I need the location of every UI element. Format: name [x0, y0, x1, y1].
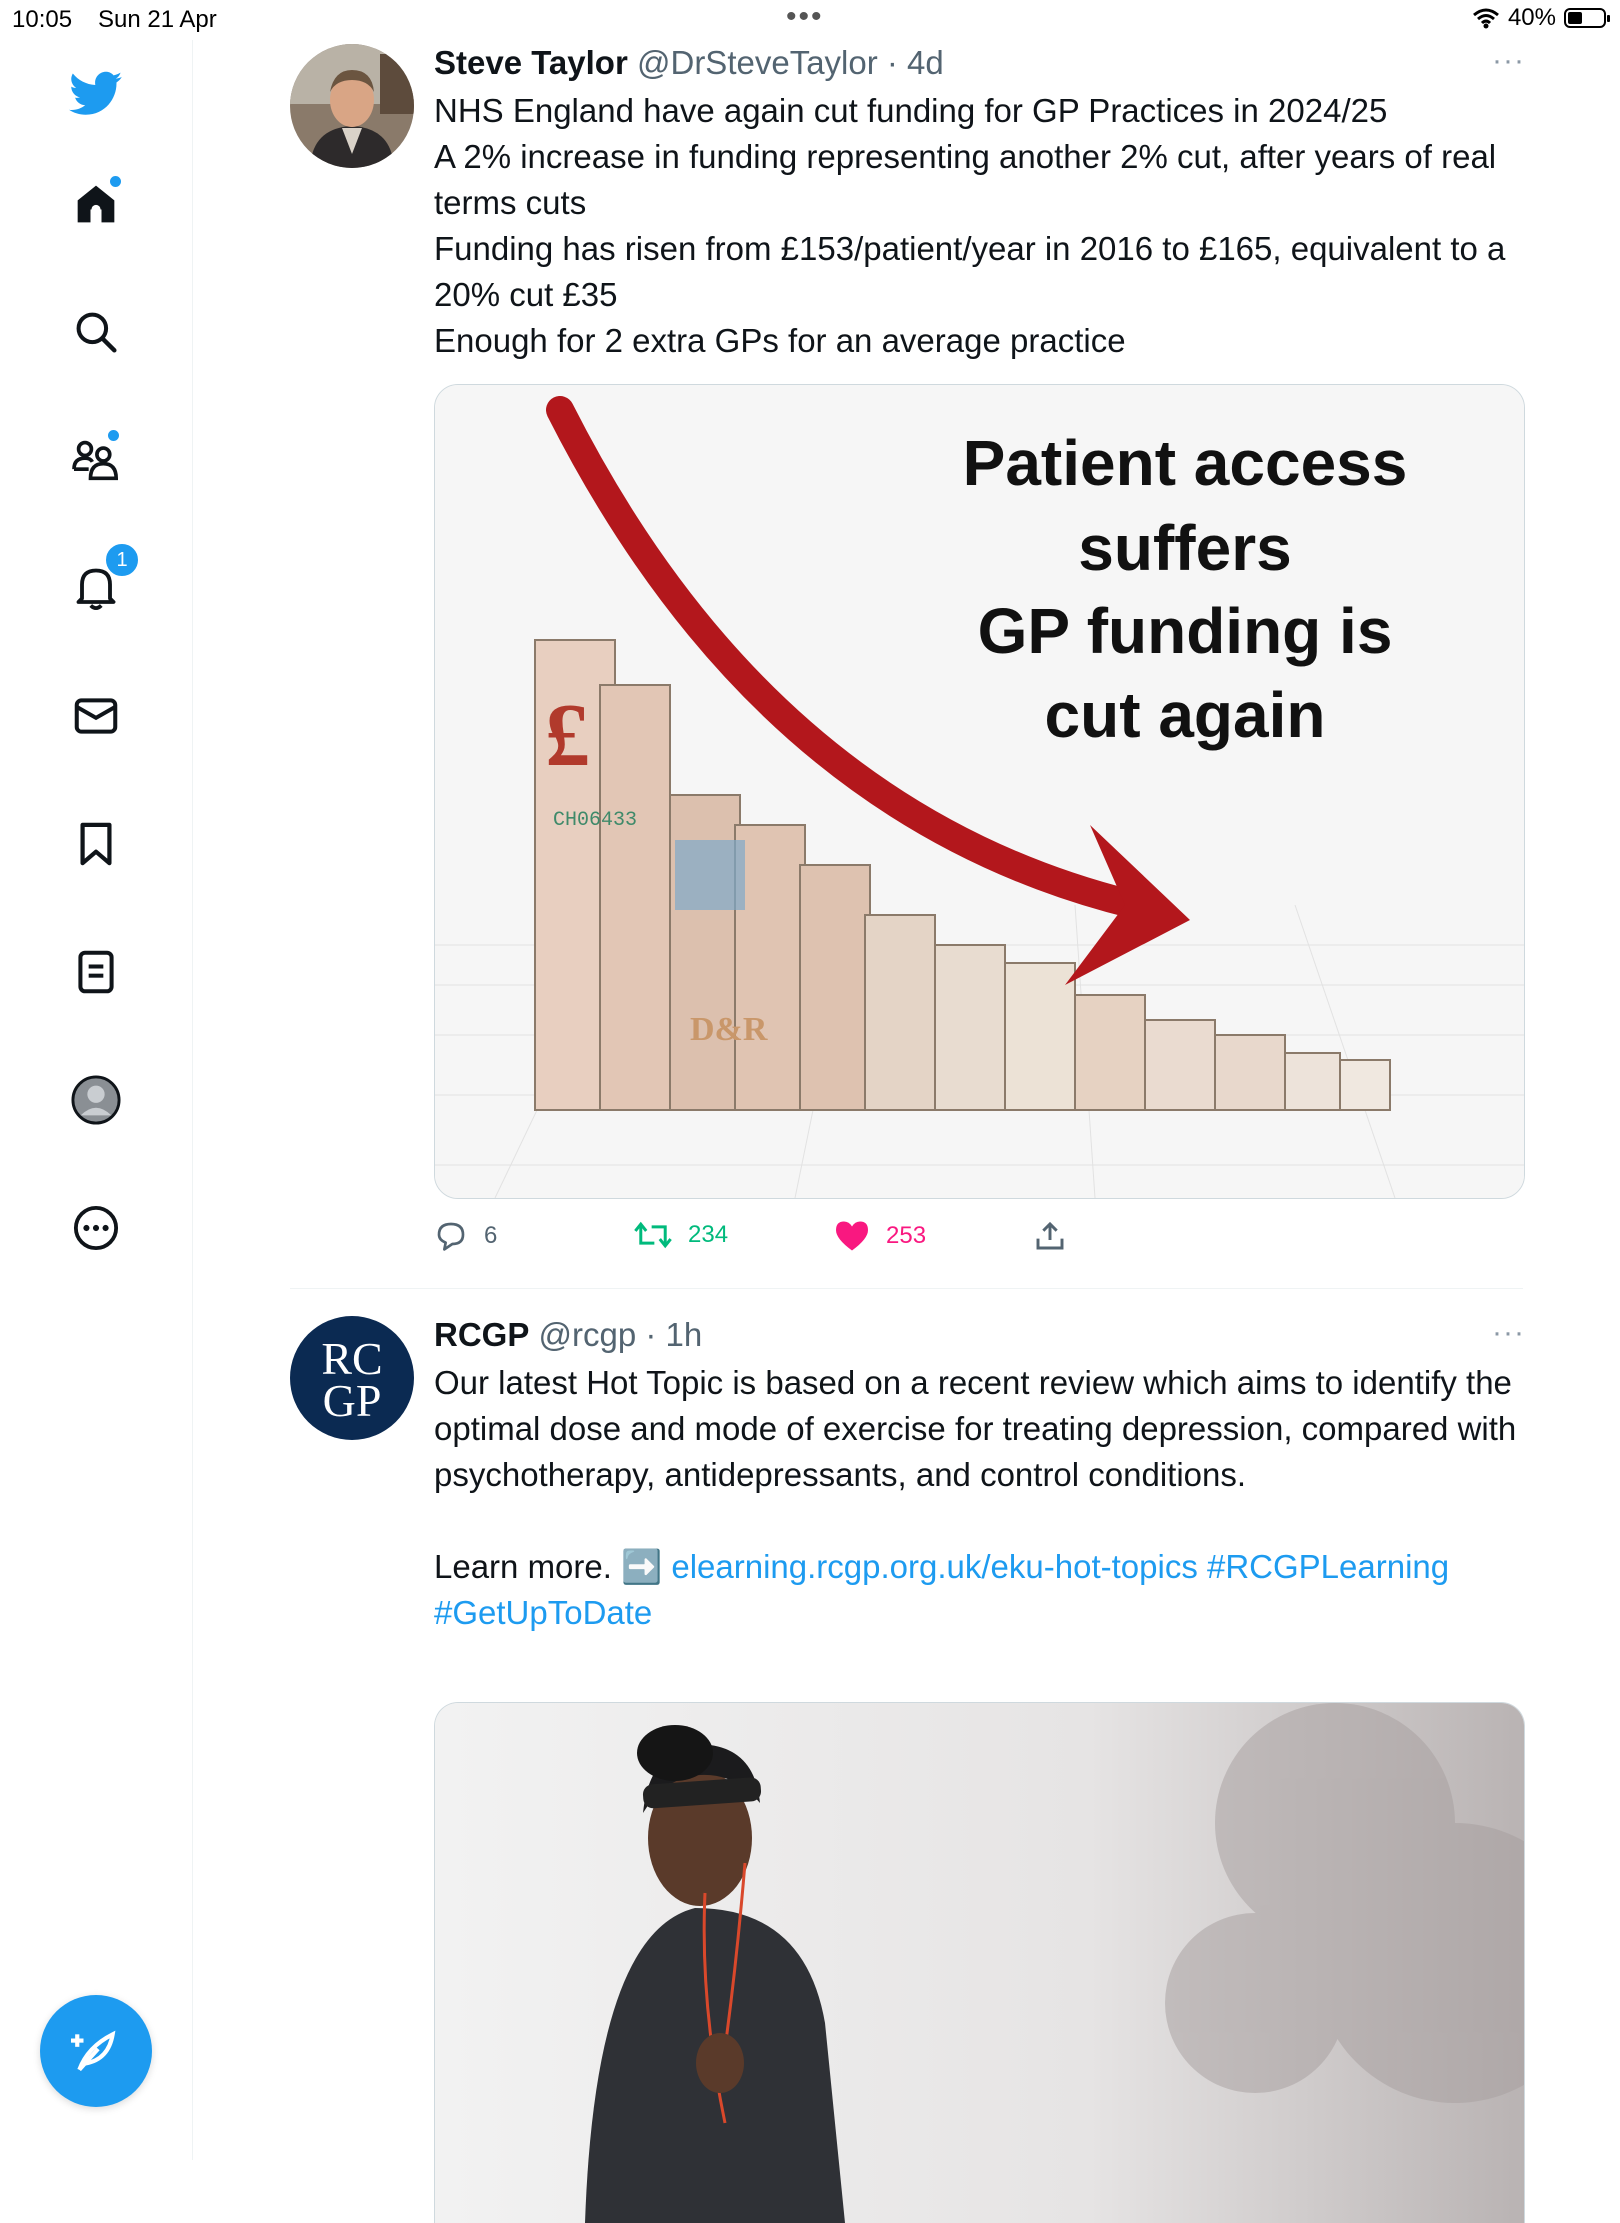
hashtag-getuptodate[interactable]: #GetUpToDate	[434, 1594, 652, 1631]
avatar-photo	[290, 44, 414, 168]
tweet-header: Steve Taylor @DrSteveTaylor · 4d	[434, 44, 944, 82]
like-count: 253	[886, 1222, 927, 1249]
tweet-image[interactable]: £ CH06433 D&R Patient access suffers GP …	[434, 384, 1525, 1199]
elearning-link[interactable]: elearning.rcgp.org.uk/eku-hot-topics	[671, 1548, 1197, 1585]
tweet-text: NHS England have again cut funding for G…	[434, 88, 1525, 364]
note-watermark: D&R	[690, 1011, 768, 1048]
image-headline-line-1: Patient access	[963, 427, 1408, 499]
author-handle[interactable]: @rcgp	[539, 1316, 637, 1353]
twitter-bird-icon[interactable]	[66, 64, 126, 124]
note-serial: CH06433	[553, 809, 637, 832]
reply-icon	[437, 1222, 465, 1251]
reply-count: 6	[484, 1222, 498, 1249]
tweet-line: NHS England have again cut funding for G…	[434, 92, 1388, 129]
tweet-line: Enough for 2 extra GPs for an average pr…	[434, 322, 1126, 359]
messages-envelope-icon[interactable]	[66, 686, 126, 746]
image-headline-line-3: GP funding is	[978, 595, 1393, 667]
author-name[interactable]: RCGP	[434, 1316, 529, 1353]
status-right: 40%	[1472, 4, 1610, 32]
learn-more-label: Learn more. ➡️	[434, 1548, 663, 1585]
tweet-time[interactable]: · 1h	[645, 1316, 702, 1353]
retweet-count: 234	[688, 1221, 729, 1248]
compose-button[interactable]	[40, 1995, 152, 2107]
tweet-learn-more: Learn more. ➡️ elearning.rcgp.org.uk/eku…	[434, 1544, 1525, 1636]
avatar[interactable]: RC GP	[290, 1316, 414, 1440]
tweet-time[interactable]: · 4d	[887, 44, 944, 81]
communities-icon[interactable]	[66, 428, 126, 490]
retweet-icon	[634, 1221, 672, 1249]
tweet-rcgp[interactable]: RC GP RCGP @rcgp · 1h ··· Our latest Hot…	[290, 1316, 1525, 2223]
author-handle[interactable]: @DrSteveTaylor	[637, 44, 878, 81]
bookmark-icon[interactable]	[66, 814, 126, 874]
image-headline-line-2: suffers	[1078, 512, 1291, 584]
heart-icon	[836, 1221, 868, 1251]
status-date: Sun 21 Apr	[98, 6, 217, 33]
tweet-line: A 2% increase in funding representing an…	[434, 138, 1497, 221]
pound-sign: £	[545, 686, 590, 785]
tweet-actions: 6 234 253	[434, 1220, 1525, 1260]
battery-percent: 40%	[1507, 4, 1556, 31]
compose-feather-icon	[71, 2030, 116, 2072]
home-indicator-dot	[108, 174, 123, 189]
profile-avatar-icon[interactable]	[66, 1070, 126, 1130]
reply-button[interactable]: 6	[434, 1220, 497, 1252]
tweet-text: Our latest Hot Topic is based on a recen…	[434, 1360, 1525, 1636]
tweet-header: RCGP @rcgp · 1h	[434, 1316, 702, 1354]
notification-badge: 1	[104, 542, 140, 578]
status-time: 10:05	[12, 6, 73, 33]
like-button[interactable]: 253	[834, 1220, 926, 1252]
multitasking-dots-icon[interactable]: •••	[786, 0, 824, 34]
tweet-image[interactable]	[434, 1702, 1525, 2223]
tweet-paragraph: Our latest Hot Topic is based on a recen…	[434, 1364, 1517, 1493]
wifi-icon	[1472, 8, 1499, 29]
notifications-bell-icon[interactable]: 1	[66, 542, 140, 618]
tweet-line: Funding has risen from £153/patient/year…	[434, 230, 1506, 313]
retweet-button[interactable]: 234	[634, 1220, 728, 1250]
share-button[interactable]	[1034, 1220, 1066, 1252]
more-options-dots-icon[interactable]: ···	[1492, 1316, 1525, 1350]
avatar-text-gp: GP	[322, 1375, 382, 1426]
share-icon	[1036, 1221, 1064, 1250]
avatar[interactable]	[290, 44, 414, 168]
lists-icon[interactable]	[66, 942, 126, 1002]
battery-icon	[1564, 8, 1610, 28]
hashtag-rcgplearning[interactable]: #RCGPLearning	[1207, 1548, 1449, 1585]
image-headline-line-4: cut again	[1045, 679, 1326, 751]
search-icon[interactable]	[66, 302, 126, 362]
author-name[interactable]: Steve Taylor	[434, 44, 628, 81]
more-options-dots-icon[interactable]: ···	[1492, 44, 1525, 78]
avatar-text-rc: RC	[321, 1333, 383, 1384]
home-icon[interactable]	[66, 174, 126, 234]
sidebar: 1	[0, 40, 193, 2160]
status-bar: 10:05 Sun 21 Apr ••• 40%	[0, 0, 1620, 40]
tweet-divider	[290, 1288, 1523, 1289]
tweet-steve-taylor[interactable]: Steve Taylor @DrSteveTaylor · 4d ··· NHS…	[290, 44, 1525, 1284]
communities-indicator-dot	[106, 428, 121, 443]
more-options-icon[interactable]	[66, 1198, 126, 1258]
